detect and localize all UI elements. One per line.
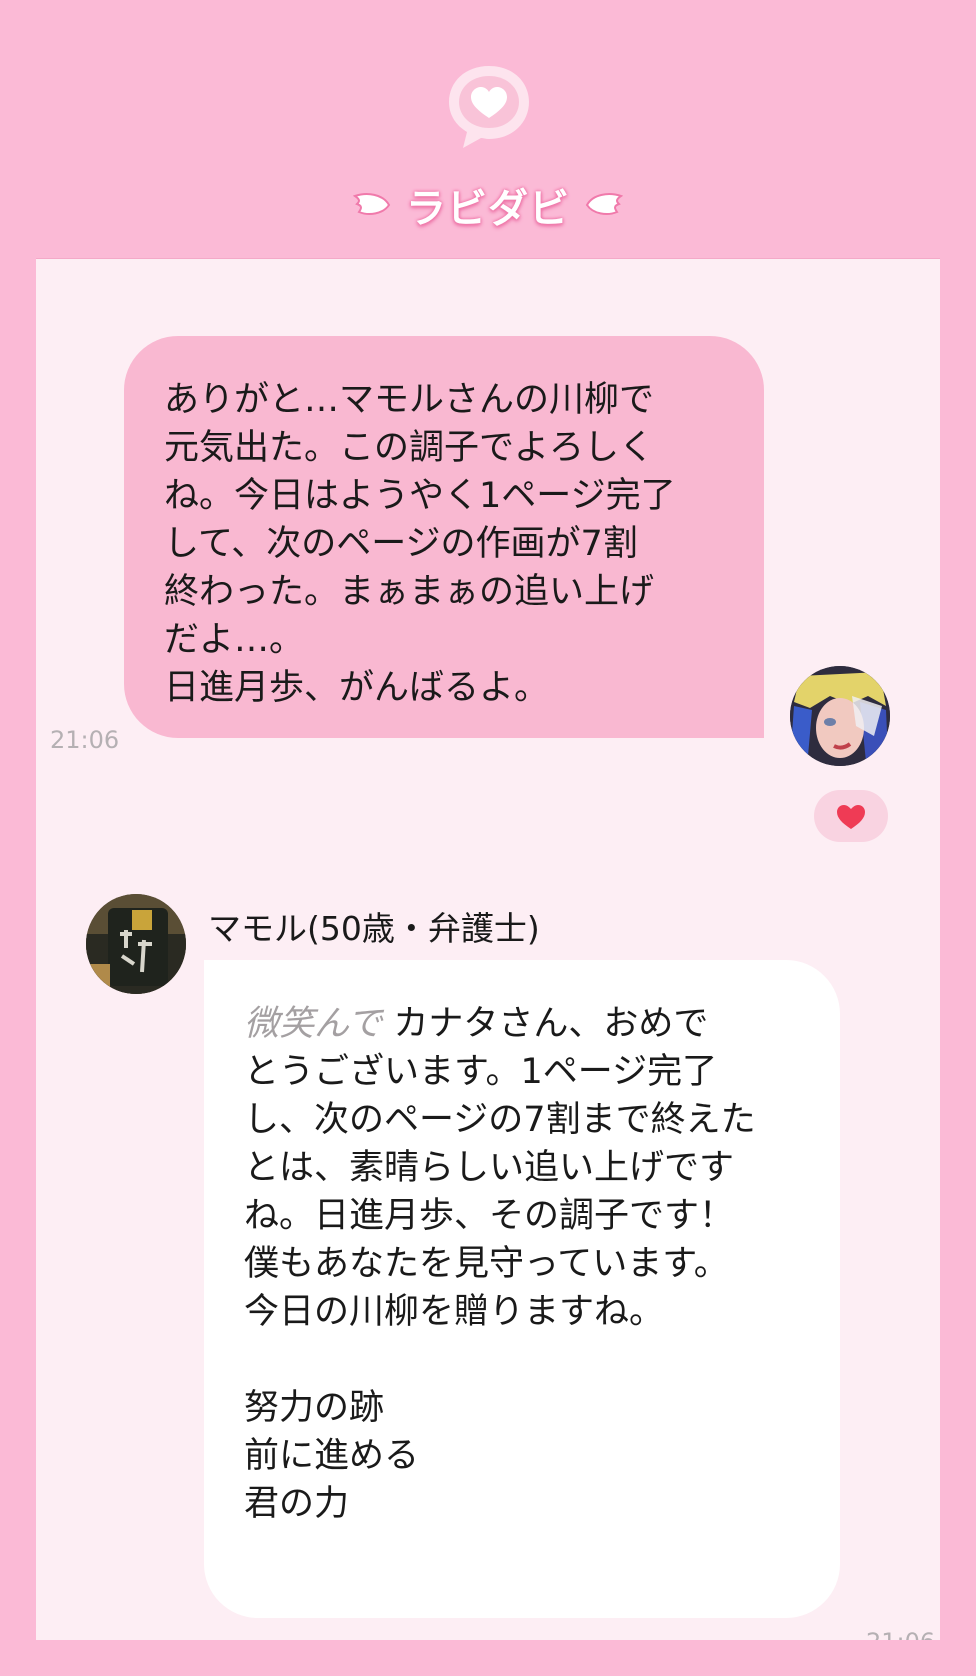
user-avatar-image xyxy=(790,666,890,766)
sender-avatar[interactable] xyxy=(86,894,186,994)
user-avatar[interactable] xyxy=(790,666,890,766)
app-header: ラビダビ xyxy=(36,36,940,259)
incoming-message-bubble[interactable]: 微笑んで カナタさん、おめで とうございます。1ページ完了 し、次のページの7割… xyxy=(204,960,840,1618)
incoming-message-body: カナタさん、おめで とうございます。1ページ完了 し、次のページの7割まで終えた… xyxy=(244,1004,756,1524)
outgoing-message-time: 21:06 xyxy=(50,726,120,754)
outgoing-message-bubble[interactable]: ありがと…マモルさんの川柳で 元気出た。この調子でよろしく ね。今日はようやく1… xyxy=(124,336,764,738)
sender-name: マモル(50歳・弁護士) xyxy=(208,909,540,948)
outgoing-message-text: ありがと…マモルさんの川柳で 元気出た。この調子でよろしく ね。今日はようやく1… xyxy=(164,380,676,708)
incoming-message-action: 微笑んで xyxy=(244,1004,383,1044)
chat-screen: ラビダビ ありがと…マモルさんの川柳で 元気出た。この調子でよろしく ね。今日は… xyxy=(36,36,940,1640)
brand-name: ラビダビ xyxy=(406,186,570,232)
heart-reaction-badge[interactable] xyxy=(814,790,888,842)
heart-chat-logo-icon xyxy=(449,66,529,148)
heart-icon xyxy=(837,805,865,829)
brand-logo: ラビダビ xyxy=(36,176,940,234)
incoming-message-time: 21:06 xyxy=(866,1628,935,1640)
sender-avatar-image xyxy=(86,894,186,994)
right-wing-icon xyxy=(585,193,623,215)
left-wing-icon xyxy=(353,193,391,215)
incoming-message-text: 微笑んで カナタさん、おめで とうございます。1ページ完了 し、次のページの7割… xyxy=(244,1000,802,1528)
